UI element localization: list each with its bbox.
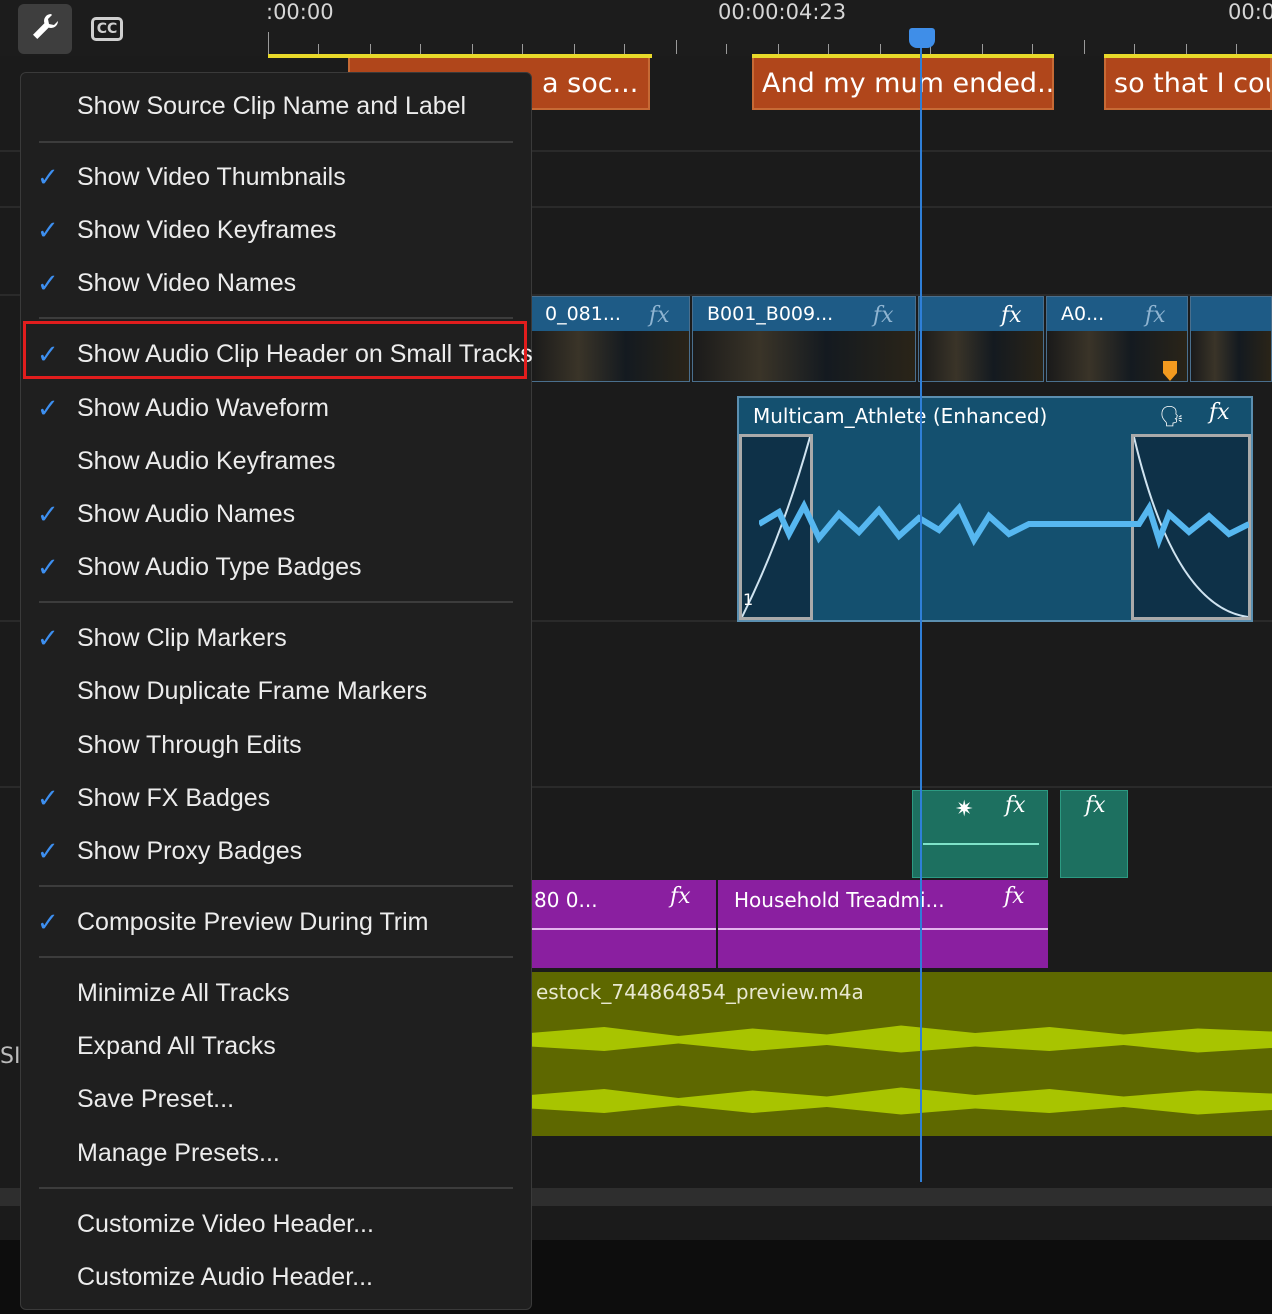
timecode-start: :00:00 xyxy=(266,0,334,24)
checkmark-icon: ✓ xyxy=(37,836,59,866)
audio-waveform xyxy=(759,499,1249,550)
menu-item-show-video-keyframes[interactable]: ✓ Show Video Keyframes xyxy=(21,206,531,254)
checkmark-icon: ✓ xyxy=(37,215,59,245)
video-clip-name: B001_B009... xyxy=(707,303,834,325)
video-clip[interactable] xyxy=(1190,296,1272,382)
video-clip[interactable]: fx xyxy=(918,296,1044,382)
timeline-settings-button[interactable] xyxy=(18,4,72,54)
audio-waveform xyxy=(530,1087,1272,1115)
menu-item-show-audio-keyframes[interactable]: Show Audio Keyframes xyxy=(21,437,531,485)
checkmark-icon: ✓ xyxy=(37,268,59,298)
menu-item-composite-preview-during-trim[interactable]: ✓ Composite Preview During Trim xyxy=(21,898,531,946)
menu-separator xyxy=(39,141,513,143)
video-clip[interactable]: B001_B009... fx xyxy=(692,296,916,382)
menu-item-show-through-edits[interactable]: Show Through Edits xyxy=(21,721,531,769)
checkmark-icon: ✓ xyxy=(37,499,59,529)
video-thumbnail xyxy=(1191,331,1271,381)
audio-clip-dialogue[interactable]: Multicam_Athlete (Enhanced) 🗣 fx 1 xyxy=(737,396,1253,622)
video-thumbnail xyxy=(693,331,915,381)
caption-text: a soc... xyxy=(542,68,639,99)
video-clip[interactable]: 0_081... fx xyxy=(530,296,690,382)
playhead-handle[interactable] xyxy=(909,28,935,48)
menu-item-show-duplicate-frame-markers[interactable]: Show Duplicate Frame Markers xyxy=(21,667,531,715)
menu-item-show-fx-badges[interactable]: ✓ Show FX Badges xyxy=(21,774,531,822)
fx-badge-icon: fx xyxy=(1004,884,1025,909)
dialogue-badge-icon: 🗣 xyxy=(1159,404,1185,428)
audio-waveform xyxy=(530,1025,1272,1053)
video-thumbnail xyxy=(531,331,689,381)
checkmark-icon: ✓ xyxy=(37,393,59,423)
sfx-clip-name: Household Treadmi... xyxy=(734,888,945,912)
menu-item-expand-all-tracks[interactable]: Expand All Tracks xyxy=(21,1022,531,1070)
fx-badge-icon: fx xyxy=(1209,400,1230,425)
menu-item-customize-video-header[interactable]: Customize Video Header... xyxy=(21,1200,531,1248)
highlight-box xyxy=(23,321,527,379)
menu-item-save-preset[interactable]: Save Preset... xyxy=(21,1075,531,1123)
menu-item-customize-audio-header[interactable]: Customize Audio Header... xyxy=(21,1253,531,1301)
volume-line[interactable] xyxy=(923,843,1039,845)
menu-item-show-audio-type-badges[interactable]: ✓ Show Audio Type Badges xyxy=(21,543,531,591)
caption-clip[interactable]: And my mum ended... xyxy=(752,58,1054,110)
caption-text: so that I coul xyxy=(1114,68,1272,99)
caption-text: And my mum ended... xyxy=(762,68,1054,99)
music-clip[interactable]: estock_744864854_preview.m4a xyxy=(530,972,1272,1136)
volume-line[interactable] xyxy=(718,928,1048,930)
playhead-line[interactable] xyxy=(920,40,922,1182)
channel-number: 1 xyxy=(743,590,754,609)
menu-item-show-audio-names[interactable]: ✓ Show Audio Names xyxy=(21,490,531,538)
menu-separator xyxy=(39,1187,513,1189)
fx-badge-icon: fx xyxy=(1005,793,1026,818)
caption-clip[interactable]: so that I coul xyxy=(1104,58,1272,110)
fx-badge-icon: fx xyxy=(1145,303,1166,328)
effect-audio-clip[interactable]: fx xyxy=(1060,790,1128,878)
checkmark-icon: ✓ xyxy=(37,623,59,653)
music-clip-name: estock_744864854_preview.m4a xyxy=(536,980,864,1004)
checkmark-icon: ✓ xyxy=(37,907,59,937)
timecode-end: 00:0 xyxy=(1228,0,1272,24)
closed-captions-icon: CC xyxy=(90,17,124,41)
video-clip-name: A0... xyxy=(1061,303,1105,325)
timecode-mid: 00:00:04:23 xyxy=(718,0,847,24)
audio-clip-name: Multicam_Athlete (Enhanced) xyxy=(753,404,1048,428)
time-ruler[interactable] xyxy=(266,30,1272,56)
video-clip-name: 0_081... xyxy=(545,303,621,325)
volume-line[interactable] xyxy=(530,928,716,930)
sfx-clip[interactable]: 80 0... fx xyxy=(530,880,716,968)
checkmark-icon: ✓ xyxy=(37,552,59,582)
sfx-clip[interactable]: Household Treadmi... fx xyxy=(718,880,1048,968)
menu-separator xyxy=(39,601,513,603)
menu-item-show-audio-waveform[interactable]: ✓ Show Audio Waveform xyxy=(21,384,531,432)
menu-item-show-clip-markers[interactable]: ✓ Show Clip Markers xyxy=(21,614,531,662)
menu-separator xyxy=(39,317,513,319)
checkmark-icon: ✓ xyxy=(37,783,59,813)
track-label: SI xyxy=(0,1044,21,1069)
menu-item-show-video-thumbnails[interactable]: ✓ Show Video Thumbnails xyxy=(21,153,531,201)
fx-badge-icon: fx xyxy=(1085,793,1106,818)
fx-badge-icon: fx xyxy=(649,303,670,328)
fx-badge-icon: fx xyxy=(1001,303,1022,328)
wrench-icon xyxy=(29,11,61,47)
menu-item-minimize-all-tracks[interactable]: Minimize All Tracks xyxy=(21,969,531,1017)
effect-audio-clip[interactable]: ✷ fx xyxy=(912,790,1048,878)
menu-item-show-video-names[interactable]: ✓ Show Video Names xyxy=(21,259,531,307)
menu-separator xyxy=(39,885,513,887)
sparkle-badge-icon: ✷ xyxy=(955,797,974,822)
video-clip[interactable]: A0... fx xyxy=(1046,296,1188,382)
fx-badge-icon: fx xyxy=(670,884,691,909)
menu-item-manage-presets[interactable]: Manage Presets... xyxy=(21,1129,531,1177)
checkmark-icon: ✓ xyxy=(37,162,59,192)
sfx-clip-name: 80 0... xyxy=(534,888,598,912)
captions-button[interactable]: CC xyxy=(86,14,128,44)
menu-item-show-proxy-badges[interactable]: ✓ Show Proxy Badges xyxy=(21,827,531,875)
video-thumbnail xyxy=(919,331,1043,381)
menu-separator xyxy=(39,956,513,958)
fx-badge-icon: fx xyxy=(873,303,894,328)
timeline-display-settings-menu: Show Source Clip Name and Label ✓ Show V… xyxy=(20,72,533,1310)
menu-item-show-source-clip-name[interactable]: Show Source Clip Name and Label xyxy=(21,82,531,130)
